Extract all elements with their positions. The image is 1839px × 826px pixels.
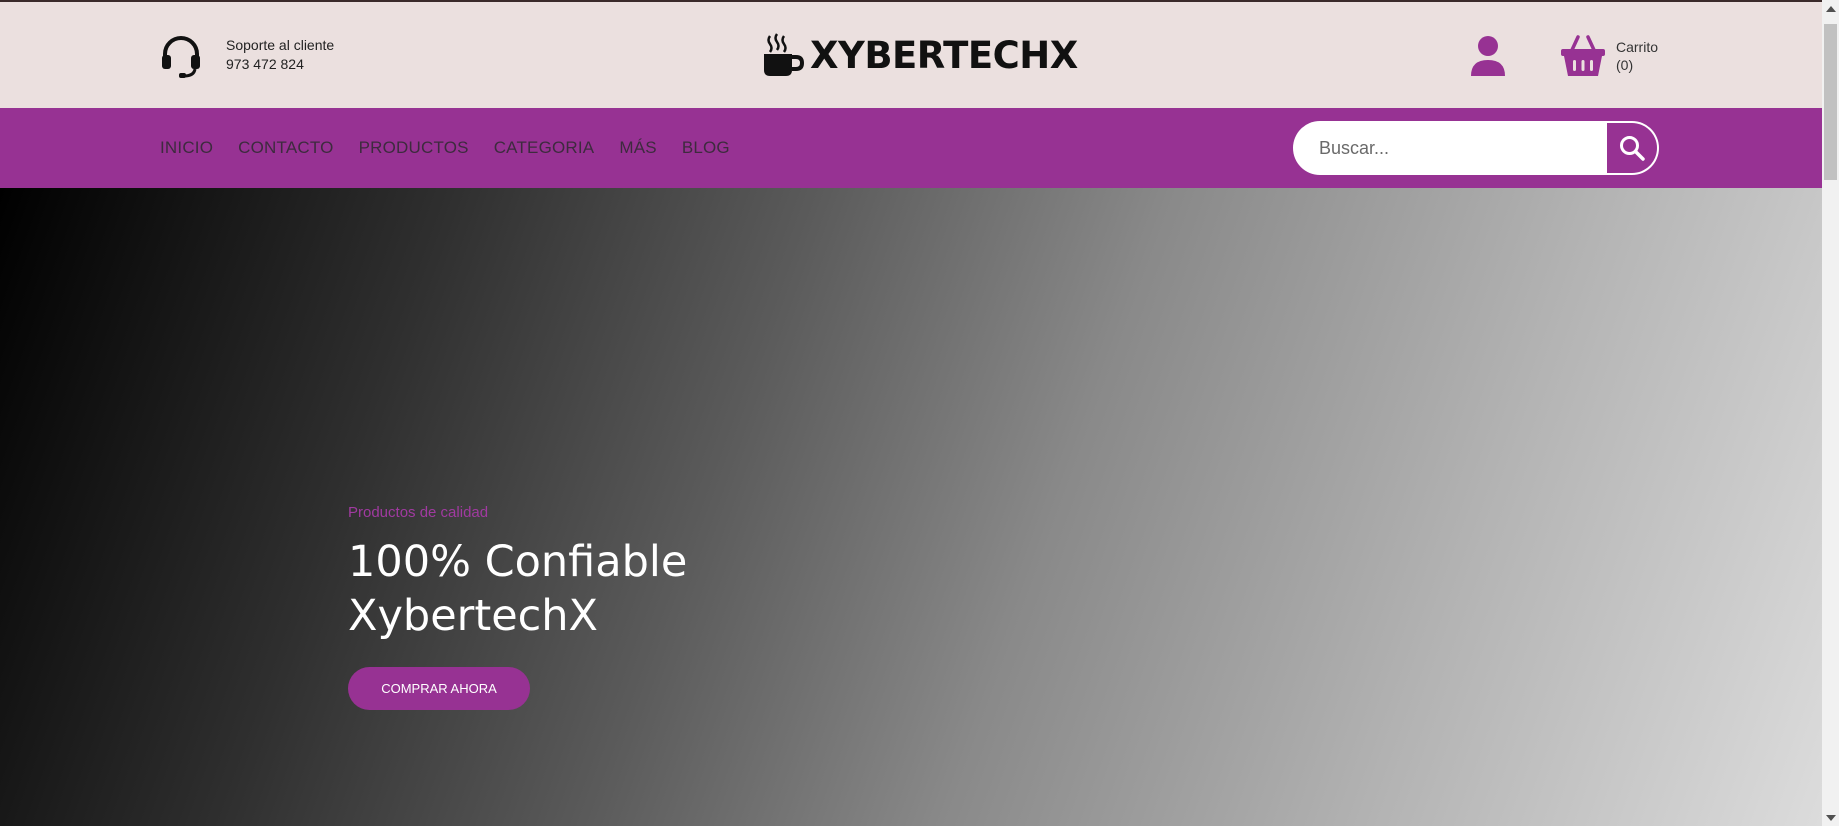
- scroll-up-arrow[interactable]: [1822, 0, 1839, 17]
- support-phone: 973 472 824: [226, 56, 304, 72]
- vertical-scrollbar[interactable]: [1822, 0, 1839, 826]
- hero-eyebrow: Productos de calidad: [348, 504, 489, 521]
- hero-content: Productos de calidad 100% Confiable Xybe…: [348, 504, 687, 710]
- site-header: Soporte al cliente 973 472 824 XYBERTECH…: [0, 2, 1822, 108]
- scroll-thumb[interactable]: [1824, 24, 1837, 180]
- triangle-down-icon: [1825, 814, 1836, 821]
- nav-item-inicio[interactable]: INICIO: [160, 138, 213, 158]
- search-input[interactable]: [1293, 121, 1603, 175]
- support-label: Soporte al cliente: [226, 37, 335, 53]
- coffee-cup-icon: [764, 33, 804, 76]
- hero-banner: Productos de calidad 100% Confiable Xybe…: [0, 188, 1822, 826]
- user-account-button[interactable]: [1468, 34, 1508, 78]
- cart-button[interactable]: Carrito (0): [1560, 34, 1658, 78]
- nav-item-mas[interactable]: MÁS: [619, 138, 656, 158]
- customer-support: Soporte al cliente 973 472 824: [158, 32, 334, 78]
- hero-title-line1: 100% Confiable: [348, 537, 688, 587]
- nav-item-categoria[interactable]: CATEGORIA: [494, 138, 595, 158]
- support-text: Soporte al cliente 973 472 824: [226, 36, 334, 74]
- basket-icon: [1561, 35, 1605, 76]
- hero-title: 100% Confiable XybertechX: [348, 535, 687, 643]
- logo-text: XYBERTECHX: [810, 33, 1078, 77]
- scroll-down-arrow[interactable]: [1822, 809, 1839, 826]
- nav-item-blog[interactable]: BLOG: [682, 138, 730, 158]
- search-bar: [1293, 121, 1659, 175]
- nav-item-productos[interactable]: PRODUCTOS: [359, 138, 469, 158]
- main-navigation: INICIO CONTACTO PRODUCTOS CATEGORIA MÁS …: [0, 108, 1822, 188]
- cart-text: Carrito (0): [1616, 38, 1658, 74]
- cart-count: (0): [1616, 57, 1634, 73]
- nav-menu: INICIO CONTACTO PRODUCTOS CATEGORIA MÁS …: [160, 108, 755, 188]
- hero-title-line2: XybertechX: [348, 591, 599, 641]
- headset-icon: [162, 36, 200, 78]
- nav-item-contacto[interactable]: CONTACTO: [238, 138, 333, 158]
- user-icon: [1471, 36, 1505, 76]
- cart-label: Carrito: [1616, 39, 1659, 55]
- shop-now-button[interactable]: COMPRAR AHORA: [348, 667, 530, 710]
- search-icon: [1620, 136, 1645, 161]
- search-button[interactable]: [1607, 123, 1657, 173]
- site-logo[interactable]: XYBERTECHX: [762, 32, 1078, 78]
- page: Soporte al cliente 973 472 824 XYBERTECH…: [0, 0, 1839, 826]
- triangle-up-icon: [1825, 5, 1836, 12]
